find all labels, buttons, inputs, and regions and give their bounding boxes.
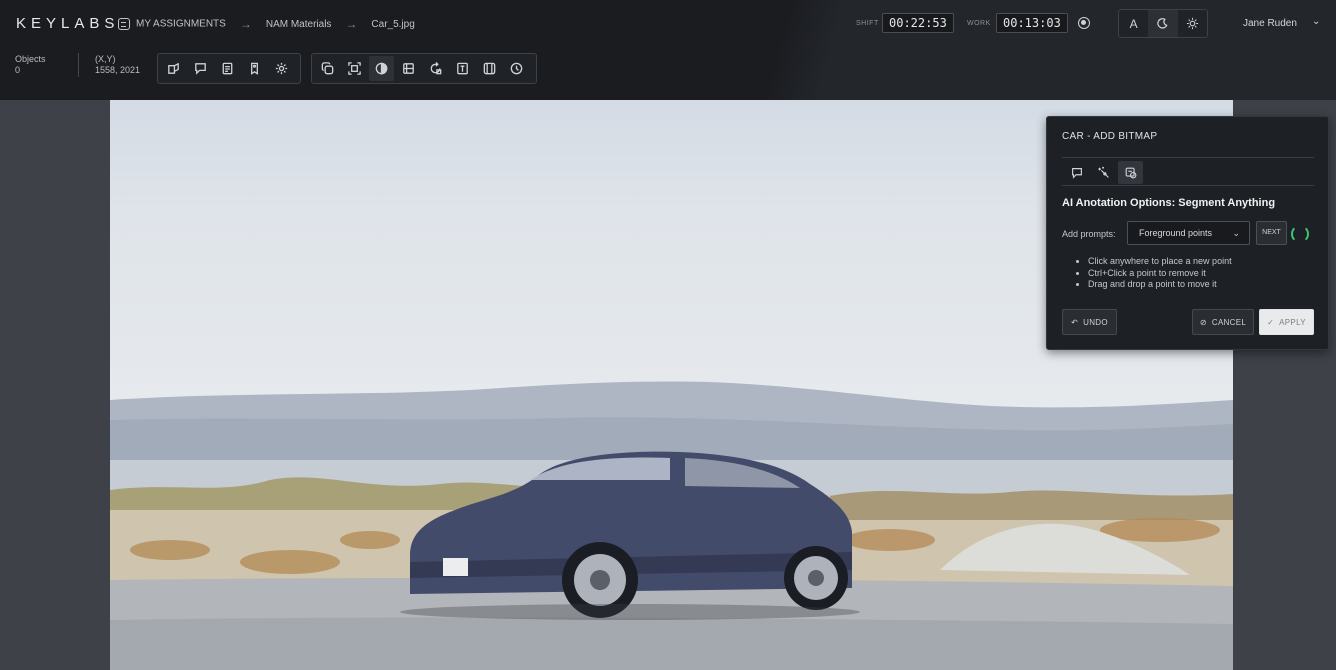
bounding-box-tool-button[interactable] xyxy=(342,56,367,81)
cancel-button[interactable]: ⊘ CANCEL xyxy=(1192,309,1254,335)
panel-title: CAR - ADD BITMAP xyxy=(1062,131,1158,142)
frame-icon xyxy=(483,62,496,75)
work-timer-label: WORK xyxy=(967,20,991,27)
history-tool-button[interactable] xyxy=(504,56,529,81)
work-timer: 00:13:03 xyxy=(996,13,1068,33)
tab-ai-segment[interactable] xyxy=(1118,161,1143,184)
divider xyxy=(78,53,79,77)
apply-button[interactable]: ✓ APPLY xyxy=(1259,309,1314,335)
text-tool-button[interactable] xyxy=(450,56,475,81)
breadcrumb: MY ASSIGNMENTS → NAM Materials → Car_5.j… xyxy=(118,17,415,31)
comment-icon xyxy=(195,63,206,75)
arrow-right-icon: → xyxy=(239,17,252,31)
rotate-icon xyxy=(430,61,442,75)
toolbar-group-1 xyxy=(157,53,301,84)
lasso-icon xyxy=(1071,167,1082,179)
mode-switch: A xyxy=(1118,9,1208,38)
magic-wand-icon xyxy=(1097,166,1109,178)
divider xyxy=(1062,157,1314,158)
ai-segment-icon xyxy=(1125,167,1136,178)
copy-tool-button[interactable] xyxy=(315,56,340,81)
divider xyxy=(1062,185,1314,186)
tag-tool-button[interactable] xyxy=(242,56,267,81)
record-icon[interactable] xyxy=(1078,17,1090,29)
shift-timer: 00:22:53 xyxy=(882,13,954,33)
assignments-icon xyxy=(118,18,130,30)
history-icon xyxy=(510,62,523,75)
loading-spinner-icon xyxy=(1291,225,1309,243)
layers-icon xyxy=(403,63,414,74)
hint-item: Drag and drop a point to move it xyxy=(1088,279,1232,291)
settings-icon xyxy=(275,62,288,75)
shift-timer-label: SHIFT xyxy=(856,20,879,27)
tag-icon xyxy=(251,62,258,75)
top-bar: KEYLABS MY ASSIGNMENTS → NAM Materials →… xyxy=(0,0,1336,101)
bitmap-icon xyxy=(375,62,388,75)
light-mode-button[interactable] xyxy=(1178,10,1207,37)
layers-tool-button[interactable] xyxy=(396,56,421,81)
cancel-icon: ⊘ xyxy=(1199,317,1207,327)
panel-tabs xyxy=(1064,161,1143,184)
cursor-coordinates: (X,Y) 1558, 2021 xyxy=(95,54,141,75)
breadcrumb-item-project[interactable]: NAM Materials xyxy=(266,19,332,30)
hint-item: Click anywhere to place a new point xyxy=(1088,256,1232,268)
chevron-down-icon[interactable]: ⌄ xyxy=(1312,16,1320,27)
prompt-label: Add prompts: xyxy=(1062,229,1116,239)
undo-button[interactable]: ↶ UNDO xyxy=(1062,309,1117,335)
bitmap-tool-button[interactable] xyxy=(369,56,394,81)
app-logo[interactable]: KEYLABS xyxy=(16,15,119,32)
tab-lasso[interactable] xyxy=(1064,161,1089,184)
user-name[interactable]: Jane Ruden xyxy=(1243,18,1297,29)
hint-item: Ctrl+Click a point to remove it xyxy=(1088,268,1232,280)
breadcrumb-item-assignments[interactable]: MY ASSIGNMENTS xyxy=(118,18,226,30)
toolbar-group-2 xyxy=(311,53,537,84)
hints-list: Click anywhere to place a new point Ctrl… xyxy=(1076,256,1232,291)
frame-tool-button[interactable] xyxy=(477,56,502,81)
text-icon xyxy=(457,62,468,75)
document-icon xyxy=(222,62,233,75)
polygon-tool-button[interactable] xyxy=(161,56,186,81)
next-button[interactable]: NEXT xyxy=(1256,221,1287,245)
sun-icon xyxy=(1186,17,1198,30)
breadcrumb-item-file: Car_5.jpg xyxy=(371,18,415,30)
chevron-down-icon: ⌄ xyxy=(1232,228,1240,238)
settings-tool-button[interactable] xyxy=(269,56,294,81)
bounding-box-icon xyxy=(348,62,361,75)
text-mode-button[interactable]: A xyxy=(1119,10,1148,37)
rotate-tool-button[interactable] xyxy=(423,56,448,81)
comment-tool-button[interactable] xyxy=(188,56,213,81)
dark-mode-button[interactable] xyxy=(1148,10,1178,37)
objects-counter: Objects 0 xyxy=(15,54,46,75)
tab-magic-wand[interactable] xyxy=(1091,161,1116,184)
document-tool-button[interactable] xyxy=(215,56,240,81)
panel-heading: AI Anotation Options: Segment Anything xyxy=(1062,197,1276,209)
undo-icon: ↶ xyxy=(1071,317,1079,327)
ai-annotation-panel: CAR - ADD BITMAP AI Anotation Options: S… xyxy=(1046,116,1329,350)
moon-icon xyxy=(1157,18,1169,29)
check-icon: ✓ xyxy=(1267,317,1275,327)
copy-icon xyxy=(321,62,334,75)
arrow-right-icon: → xyxy=(345,17,358,31)
prompt-type-select[interactable]: Foreground points ⌄ xyxy=(1127,221,1250,245)
polygon-icon xyxy=(168,62,179,74)
